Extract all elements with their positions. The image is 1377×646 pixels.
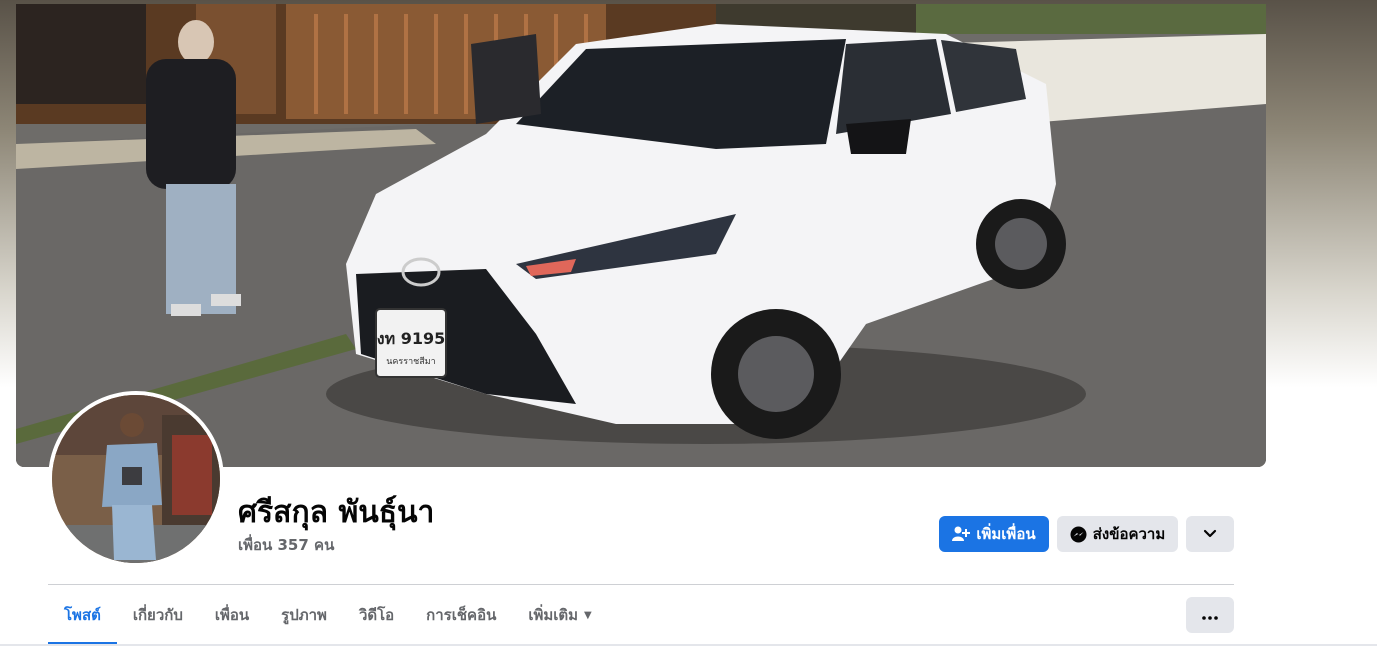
- tab-friends[interactable]: เพื่อน: [199, 585, 265, 645]
- profile-tabs: โพสต์ เกี่ยวกับ เพื่อน รูปภาพ วิดีโอ การ…: [48, 585, 608, 645]
- message-label: ส่งข้อความ: [1092, 525, 1166, 543]
- tab-photos-label: รูปภาพ: [281, 606, 327, 624]
- more-options-button[interactable]: [1186, 597, 1234, 633]
- ellipsis-icon: [1202, 606, 1218, 624]
- profile-name: ศรีสกุล พันธุ์นา: [238, 495, 435, 530]
- person-plus-icon: [952, 526, 971, 542]
- tab-photos[interactable]: รูปภาพ: [265, 585, 343, 645]
- tab-friends-label: เพื่อน: [214, 606, 250, 624]
- avatar[interactable]: [52, 395, 220, 563]
- tab-more-label: เพิ่มเติม: [528, 606, 579, 624]
- license-plate-number: งท 9195: [377, 329, 445, 348]
- add-friend-button[interactable]: เพิ่มเพื่อน: [939, 516, 1049, 552]
- cover-photo-image: งท 9195 นครราชสีมา: [16, 4, 1266, 467]
- avatar-frame[interactable]: [48, 391, 224, 567]
- profile-page: งท 9195 นครราชสีมา ศรีสกุล พันธุ์นา เพื่…: [0, 0, 1377, 646]
- profile-options-dropdown-button[interactable]: [1186, 516, 1234, 552]
- avatar-image: [52, 395, 220, 563]
- license-plate-province: นครราชสีมา: [386, 356, 435, 367]
- tab-checkins[interactable]: การเช็คอิน: [410, 585, 512, 645]
- tab-about-label: เกี่ยวกับ: [132, 606, 183, 624]
- tab-posts[interactable]: โพสต์: [48, 585, 117, 645]
- cover-photo[interactable]: งท 9195 นครราชสีมา: [16, 4, 1266, 467]
- tab-posts-label: โพสต์: [64, 606, 101, 624]
- tab-checkins-label: การเช็คอิน: [426, 606, 497, 624]
- add-friend-label: เพิ่มเพื่อน: [976, 525, 1036, 543]
- friends-count[interactable]: เพื่อน 357 คน: [238, 533, 334, 557]
- messenger-icon: [1070, 526, 1087, 543]
- message-button[interactable]: ส่งข้อความ: [1057, 516, 1178, 552]
- tab-about[interactable]: เกี่ยวกับ: [117, 585, 199, 645]
- caret-down-icon: ▼: [584, 609, 592, 621]
- chevron-down-icon: [1203, 525, 1217, 543]
- tab-videos[interactable]: วิดีโอ: [343, 585, 410, 645]
- tab-videos-label: วิดีโอ: [358, 606, 395, 624]
- tab-more[interactable]: เพิ่มเติม ▼: [512, 585, 607, 645]
